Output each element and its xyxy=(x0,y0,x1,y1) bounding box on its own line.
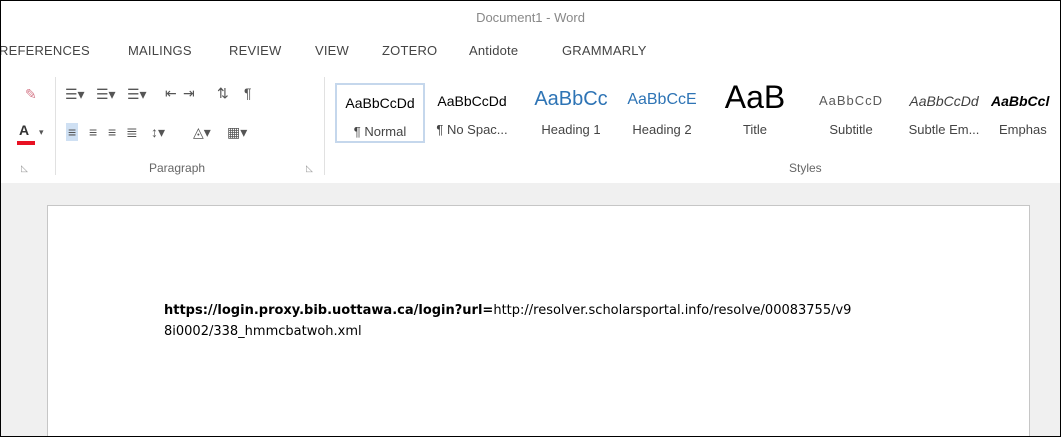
bullets-icon[interactable]: ☰▾ xyxy=(65,85,85,103)
style-preview: AaBbCcl xyxy=(991,93,1050,109)
title-bar: Document1 - Word xyxy=(1,1,1060,35)
url-bold-part: https://login.proxy.bib.uottawa.ca/login… xyxy=(164,303,494,318)
font-color-swatch xyxy=(17,141,35,145)
style-subtle-emphasis[interactable]: AaBbCcDd Subtle Em... xyxy=(901,83,987,143)
tab-zotero[interactable]: ZOTERO xyxy=(382,43,437,58)
line-spacing-icon[interactable]: ↕▾ xyxy=(151,123,165,141)
decrease-indent-icon[interactable]: ⇤ xyxy=(165,84,177,102)
font-color-icon[interactable]: A xyxy=(19,121,29,139)
style-name: Subtitle xyxy=(829,122,873,137)
tab-view[interactable]: VIEW xyxy=(315,43,349,58)
ribbon-tabs: REFERENCES MAILINGS REVIEW VIEW ZOTERO A… xyxy=(1,35,1060,69)
document-page[interactable]: https://login.proxy.bib.uottawa.ca/login… xyxy=(47,205,1030,436)
style-heading-1[interactable]: AaBbCc Heading 1 xyxy=(527,83,615,143)
style-preview: AaBbCcDd xyxy=(909,93,979,109)
style-preview: AaBbCcDd xyxy=(345,95,415,111)
group-separator xyxy=(324,77,325,175)
style-no-spacing[interactable]: AaBbCcDd ¶ No Spac... xyxy=(429,83,515,143)
clear-formatting-icon[interactable]: ✎ xyxy=(25,85,37,103)
style-preview: AaBbCcE xyxy=(627,91,697,108)
style-normal[interactable]: AaBbCcDd ¶ Normal xyxy=(335,83,425,143)
style-heading-2[interactable]: AaBbCcE Heading 2 xyxy=(619,83,705,143)
styles-group-label: Styles xyxy=(789,161,822,175)
sort-icon[interactable]: ⇅ xyxy=(217,84,229,102)
style-subtitle[interactable]: AaBbCcD Subtitle xyxy=(807,83,895,143)
align-right-icon[interactable]: ≡ xyxy=(108,123,116,141)
increase-indent-icon[interactable]: ⇥ xyxy=(183,84,195,102)
borders-icon[interactable]: ▦▾ xyxy=(227,123,247,141)
style-preview: AaBbCcDd xyxy=(437,93,507,109)
document-area: https://login.proxy.bib.uottawa.ca/login… xyxy=(1,183,1060,436)
style-emphasis[interactable]: AaBbCcl Emphas xyxy=(991,83,1060,143)
word-window: Document1 - Word REFERENCES MAILINGS REV… xyxy=(0,0,1061,437)
style-name: ¶ Normal xyxy=(353,124,407,139)
font-color-dropdown-icon[interactable]: ▾ xyxy=(39,123,44,141)
font-dialog-launcher-icon[interactable]: ◺ xyxy=(21,163,28,174)
multilevel-list-icon[interactable]: ☰▾ xyxy=(127,85,147,103)
style-name: ¶ No Spac... xyxy=(436,122,508,137)
paragraph-group-label: Paragraph xyxy=(149,161,206,175)
style-preview: AaB xyxy=(724,79,786,115)
style-preview: AaBbCc xyxy=(534,88,608,110)
tab-mailings[interactable]: MAILINGS xyxy=(128,43,192,58)
style-preview: AaBbCcD xyxy=(818,93,884,108)
tab-grammarly[interactable]: GRAMMARLY xyxy=(562,43,647,58)
window-title: Document1 - Word xyxy=(476,10,585,25)
document-line: 8i0002/338_hmmcbatwoh.xml xyxy=(164,324,362,339)
tab-review[interactable]: REVIEW xyxy=(229,43,281,58)
tab-antidote[interactable]: Antidote xyxy=(469,43,518,58)
style-name: Subtle Em... xyxy=(908,122,980,137)
document-line: https://login.proxy.bib.uottawa.ca/login… xyxy=(164,300,924,321)
show-formatting-icon[interactable]: ¶ xyxy=(244,84,252,102)
align-center-icon[interactable]: ≡ xyxy=(89,123,97,141)
url-plain-part: http://resolver.scholarsportal.info/reso… xyxy=(493,303,852,318)
document-text[interactable]: https://login.proxy.bib.uottawa.ca/login… xyxy=(164,300,924,342)
align-left-icon[interactable]: ≡ xyxy=(66,123,79,141)
shading-icon[interactable]: ◬▾ xyxy=(193,123,211,141)
tab-references[interactable]: REFERENCES xyxy=(1,43,90,58)
style-title[interactable]: AaB Title xyxy=(713,79,797,143)
ribbon: ✎ A ▾ ◺ ☰▾ ☰▾ ☰▾ ⇤ ⇥ ⇅ ¶ ≡ ≡ ≡ ≣ ↕▾ ◬▾ ▦… xyxy=(1,67,1060,184)
style-name: Emphas xyxy=(999,122,1047,137)
group-separator xyxy=(55,77,56,175)
justify-icon[interactable]: ≣ xyxy=(126,123,138,141)
style-name: Heading 1 xyxy=(541,122,601,137)
numbering-icon[interactable]: ☰▾ xyxy=(96,85,116,103)
style-name: Heading 2 xyxy=(632,122,692,137)
paragraph-dialog-launcher-icon[interactable]: ◺ xyxy=(306,163,313,174)
style-name: Title xyxy=(742,122,768,137)
